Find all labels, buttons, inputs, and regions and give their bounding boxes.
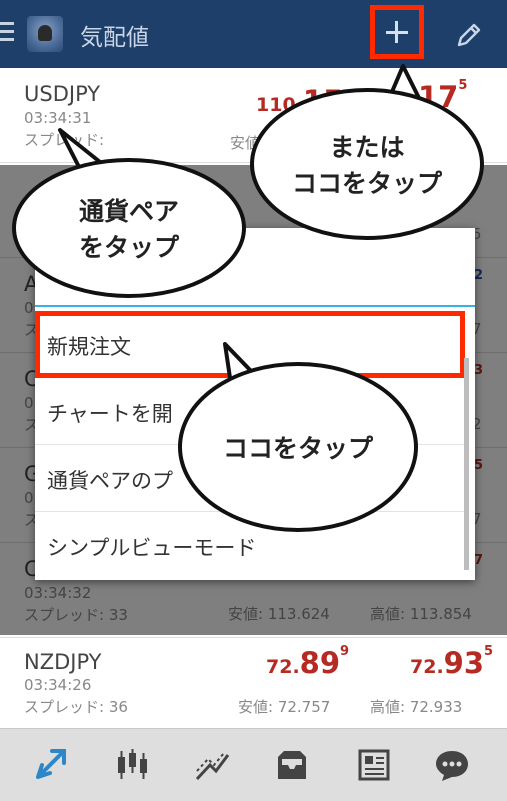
quote-row[interactable]: NZDJPY 03:34:26 スプレッド: 36 72.899 72.935 … <box>0 638 507 728</box>
time-label: 03:34:26 <box>24 676 92 694</box>
top-app-bar: 気配値 <box>0 0 507 68</box>
chart-icon[interactable] <box>114 747 150 783</box>
high-label: 高値: 72.933 <box>370 698 463 716</box>
trend-icon[interactable] <box>194 747 230 783</box>
menu-item-label: シンプルビューモード <box>47 536 257 560</box>
menu-item-label: 通貨ペアのプ <box>47 469 173 493</box>
menu-icon[interactable] <box>0 22 14 44</box>
ask-price: 72.935 <box>410 644 494 680</box>
callout-tap-plus: または ココをタップ <box>250 88 484 240</box>
app-logo-icon <box>27 16 63 52</box>
dialog-divider <box>35 305 475 307</box>
low-label: 安値: 72.757 <box>238 698 331 716</box>
menu-item-label: 新規注文 <box>47 335 131 359</box>
symbol-label: USDJPY <box>24 82 101 106</box>
news-icon[interactable] <box>356 747 392 783</box>
inbox-icon[interactable] <box>274 747 310 783</box>
callout-tap-order: ココをタップ <box>178 362 418 532</box>
symbol-label: NZDJPY <box>24 650 102 674</box>
chat-icon[interactable] <box>434 747 470 783</box>
menu-item-label: チャートを開 <box>47 402 173 426</box>
menu-scrollbar[interactable] <box>464 358 469 570</box>
spread-label: スプレッド: 36 <box>24 698 128 716</box>
page-title: 気配値 <box>80 25 149 51</box>
callout-select-pair: 通貨ペア をタップ <box>12 158 246 298</box>
trade-icon[interactable] <box>34 747 70 783</box>
bid-price: 72.899 <box>266 644 350 680</box>
pencil-icon[interactable] <box>454 20 484 50</box>
add-icon[interactable] <box>370 5 424 59</box>
bottom-nav <box>0 728 507 801</box>
